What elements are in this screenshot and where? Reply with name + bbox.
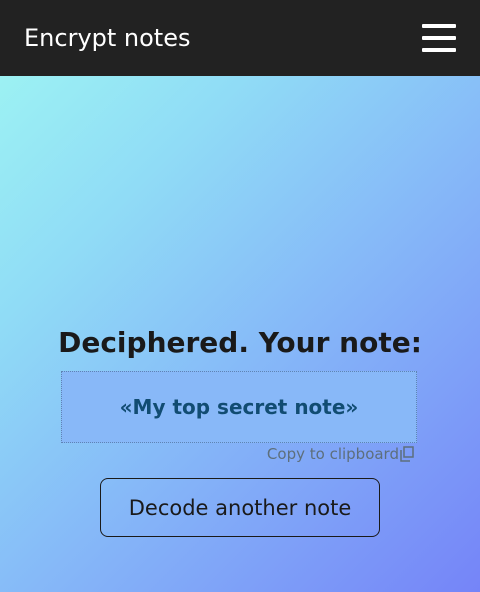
copy-icon xyxy=(400,446,414,462)
menu-line xyxy=(422,24,456,28)
top-app-bar: Encrypt notes xyxy=(0,0,480,76)
hamburger-menu-icon[interactable] xyxy=(422,24,456,52)
menu-line xyxy=(422,48,456,52)
deciphered-note-box[interactable]: «My top secret note» xyxy=(61,371,417,443)
deciphered-note-text: «My top secret note» xyxy=(119,395,359,419)
copy-to-clipboard-link[interactable]: Copy to clipboard xyxy=(267,445,414,463)
page: Encrypt notes Deciphered. Your note: «My… xyxy=(0,0,480,592)
result-heading: Deciphered. Your note: xyxy=(58,325,422,359)
app-title: Encrypt notes xyxy=(24,24,191,52)
menu-line xyxy=(422,36,456,40)
copy-to-clipboard-label: Copy to clipboard xyxy=(266,445,399,463)
decode-another-note-button[interactable]: Decode another note xyxy=(100,478,380,537)
